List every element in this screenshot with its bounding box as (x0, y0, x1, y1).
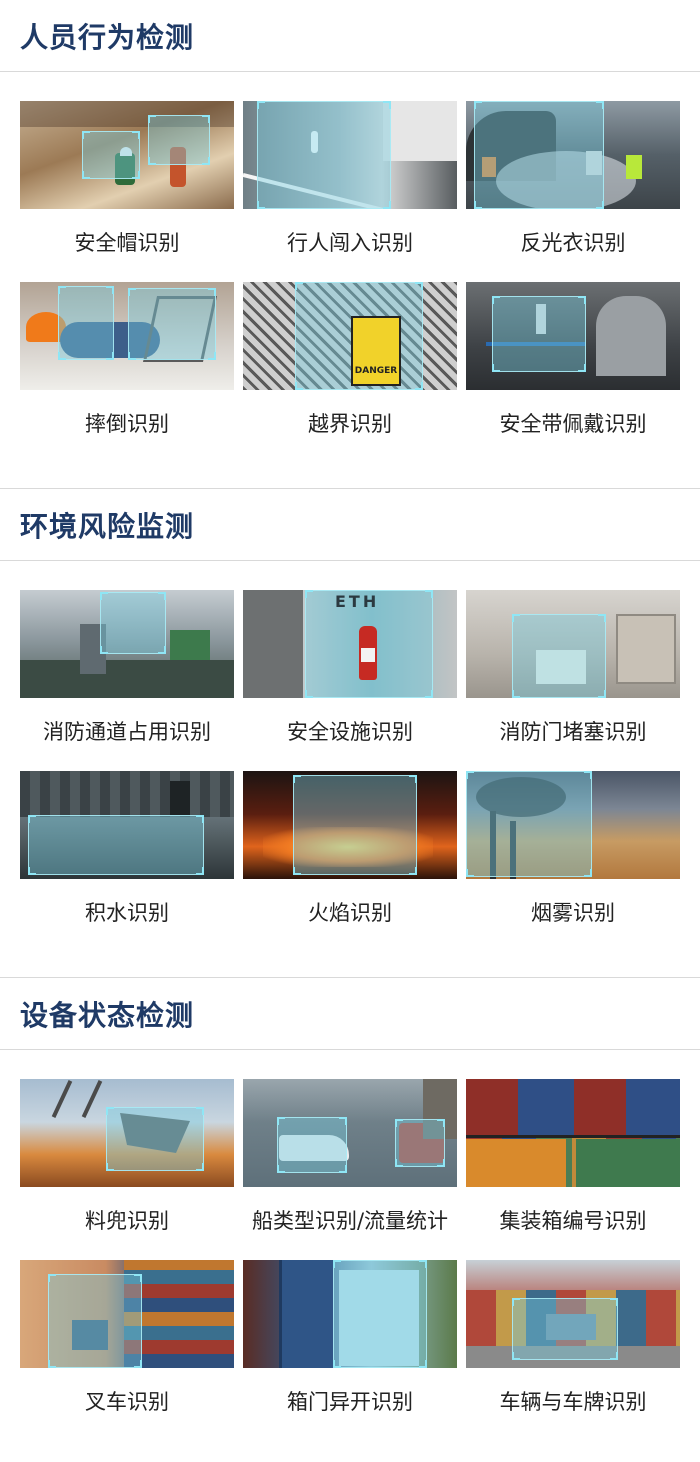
feature-card-forklift[interactable]: 叉车识别 (20, 1260, 234, 1441)
feature-grid: 料兜识别 船类型识别/流量统计 集装箱编号识别 叉车识别 箱门异开识别 车辆与车… (0, 1050, 700, 1441)
feature-caption: 料兜识别 (85, 1208, 169, 1233)
boundary-crossing-image: DANGER (243, 282, 457, 390)
helmet-detection-image (20, 101, 234, 209)
feature-card-fire-lane[interactable]: 消防通道占用识别 (20, 590, 234, 771)
feature-caption: 箱门异开识别 (287, 1389, 413, 1414)
section-personnel-behavior: 人员行为检测 安全帽识别 行人闯入识别 反光衣识别 摔倒识别 DANGER 越界… (0, 0, 700, 489)
vehicle-plate-image (466, 1260, 680, 1368)
pedestrian-intrusion-image (243, 101, 457, 209)
forklift-image (20, 1260, 234, 1368)
reflective-vest-image (466, 101, 680, 209)
section-title: 人员行为检测 (20, 20, 195, 54)
feature-card-boundary-crossing[interactable]: DANGER 越界识别 (243, 282, 457, 463)
feature-caption: 积水识别 (85, 900, 169, 925)
feature-card-reflective-vest[interactable]: 反光衣识别 (466, 101, 680, 282)
feature-caption: 消防门堵塞识别 (499, 719, 647, 744)
container-number-image (466, 1079, 680, 1187)
feature-card-container-number[interactable]: 集装箱编号识别 (466, 1079, 680, 1260)
container-door-image (243, 1260, 457, 1368)
feature-card-safety-belt[interactable]: 安全带佩戴识别 (466, 282, 680, 463)
danger-sign-label: DANGER (354, 366, 398, 376)
wall-letters: ETH (335, 592, 379, 611)
feature-card-hopper[interactable]: 料兜识别 (20, 1079, 234, 1260)
feature-caption: 烟雾识别 (531, 900, 615, 925)
feature-card-ship-type[interactable]: 船类型识别/流量统计 (243, 1079, 457, 1260)
feature-caption: 安全带佩戴识别 (499, 411, 647, 436)
fire-lane-image (20, 590, 234, 698)
feature-card-helmet[interactable]: 安全帽识别 (20, 101, 234, 282)
feature-caption: 反光衣识别 (520, 230, 626, 255)
feature-caption: 船类型识别/流量统计 (251, 1208, 449, 1233)
smoke-image (466, 771, 680, 879)
feature-card-water-accumulation[interactable]: 积水识别 (20, 771, 234, 952)
feature-caption: 安全帽识别 (74, 230, 180, 255)
section-header: 设备状态检测 (0, 978, 700, 1050)
fire-door-image (466, 590, 680, 698)
feature-caption: 摔倒识别 (85, 411, 169, 436)
water-accumulation-image (20, 771, 234, 879)
section-equipment-status: 设备状态检测 料兜识别 船类型识别/流量统计 集装箱编号识别 叉车识别 箱门异开… (0, 978, 700, 1462)
safety-belt-image (466, 282, 680, 390)
feature-caption: 火焰识别 (308, 900, 392, 925)
fall-detection-image (20, 282, 234, 390)
feature-grid: 安全帽识别 行人闯入识别 反光衣识别 摔倒识别 DANGER 越界识别 安全带佩… (0, 72, 700, 463)
section-divider (0, 463, 700, 489)
feature-caption: 安全设施识别 (287, 719, 413, 744)
section-title: 环境风险监测 (20, 509, 195, 543)
feature-card-pedestrian-intrusion[interactable]: 行人闯入识别 (243, 101, 457, 282)
feature-card-safety-facility[interactable]: ETH 安全设施识别 (243, 590, 457, 771)
feature-card-container-door[interactable]: 箱门异开识别 (243, 1260, 457, 1441)
feature-card-smoke[interactable]: 烟雾识别 (466, 771, 680, 952)
feature-caption: 消防通道占用识别 (43, 719, 211, 744)
safety-facility-image: ETH (243, 590, 457, 698)
feature-card-vehicle-plate[interactable]: 车辆与车牌识别 (466, 1260, 680, 1441)
wall-letters-label: ETH (335, 592, 380, 611)
section-header: 环境风险监测 (0, 489, 700, 561)
section-divider (0, 952, 700, 978)
feature-card-fall[interactable]: 摔倒识别 (20, 282, 234, 463)
feature-caption: 行人闯入识别 (287, 230, 413, 255)
feature-caption: 越界识别 (308, 411, 392, 436)
feature-card-fire-door[interactable]: 消防门堵塞识别 (466, 590, 680, 771)
flame-image (243, 771, 457, 879)
feature-caption: 车辆与车牌识别 (499, 1389, 647, 1414)
section-title: 设备状态检测 (20, 998, 195, 1032)
ship-type-image (243, 1079, 457, 1187)
section-header: 人员行为检测 (0, 0, 700, 72)
feature-caption: 集装箱编号识别 (499, 1208, 647, 1233)
section-environment-risk: 环境风险监测 消防通道占用识别 ETH 安全设施识别 消防门堵塞识别 积水识别 … (0, 489, 700, 978)
feature-card-flame[interactable]: 火焰识别 (243, 771, 457, 952)
section-divider (0, 1441, 700, 1462)
feature-grid: 消防通道占用识别 ETH 安全设施识别 消防门堵塞识别 积水识别 火焰识别 烟雾… (0, 561, 700, 952)
feature-caption: 叉车识别 (85, 1389, 169, 1414)
danger-sign: DANGER (351, 316, 401, 386)
hopper-image (20, 1079, 234, 1187)
